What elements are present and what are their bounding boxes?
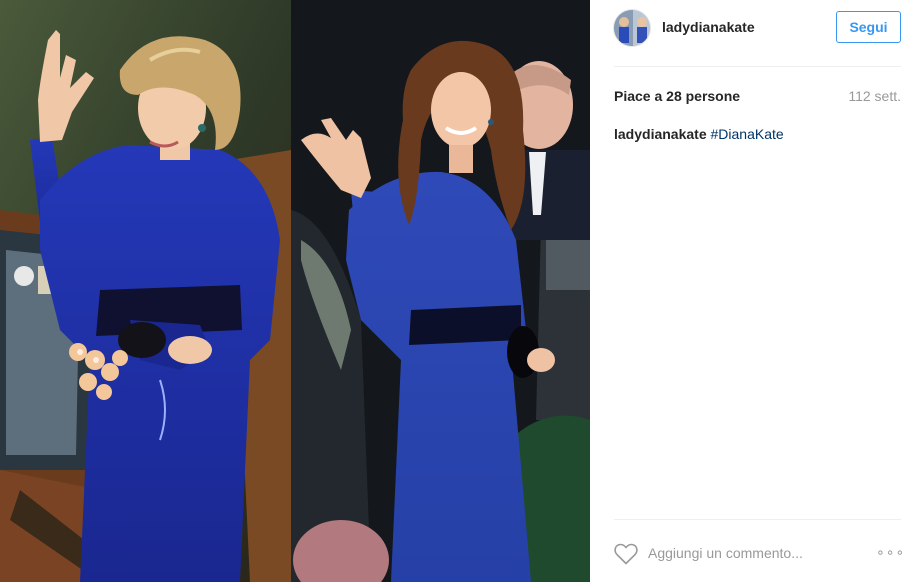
caption-username-link[interactable]: ladydianakate: [614, 126, 707, 142]
divider: [614, 66, 901, 67]
post-timestamp[interactable]: 112 sett.: [848, 88, 901, 104]
heart-icon[interactable]: [614, 543, 638, 565]
likes-count[interactable]: Piace a 28 persone: [614, 88, 740, 104]
post-header: ladydianakate Segui: [590, 0, 903, 66]
avatar[interactable]: [613, 9, 651, 47]
post-side-panel: ladydianakate Segui Piace a 28 persone 1…: [590, 0, 903, 582]
follow-button[interactable]: Segui: [836, 11, 901, 43]
comment-input[interactable]: Aggiungi un commento...: [648, 545, 803, 561]
photo-right-kate: [291, 0, 590, 582]
photo-left-diana: [0, 0, 291, 582]
divider: [614, 519, 901, 520]
more-options-icon[interactable]: ∘∘∘: [876, 544, 903, 561]
username-link[interactable]: ladydianakate: [662, 19, 755, 35]
hashtag-link[interactable]: #DianaKate: [711, 126, 784, 142]
post-caption: ladydianakate #DianaKate: [614, 126, 784, 142]
post-photo[interactable]: [0, 0, 590, 582]
